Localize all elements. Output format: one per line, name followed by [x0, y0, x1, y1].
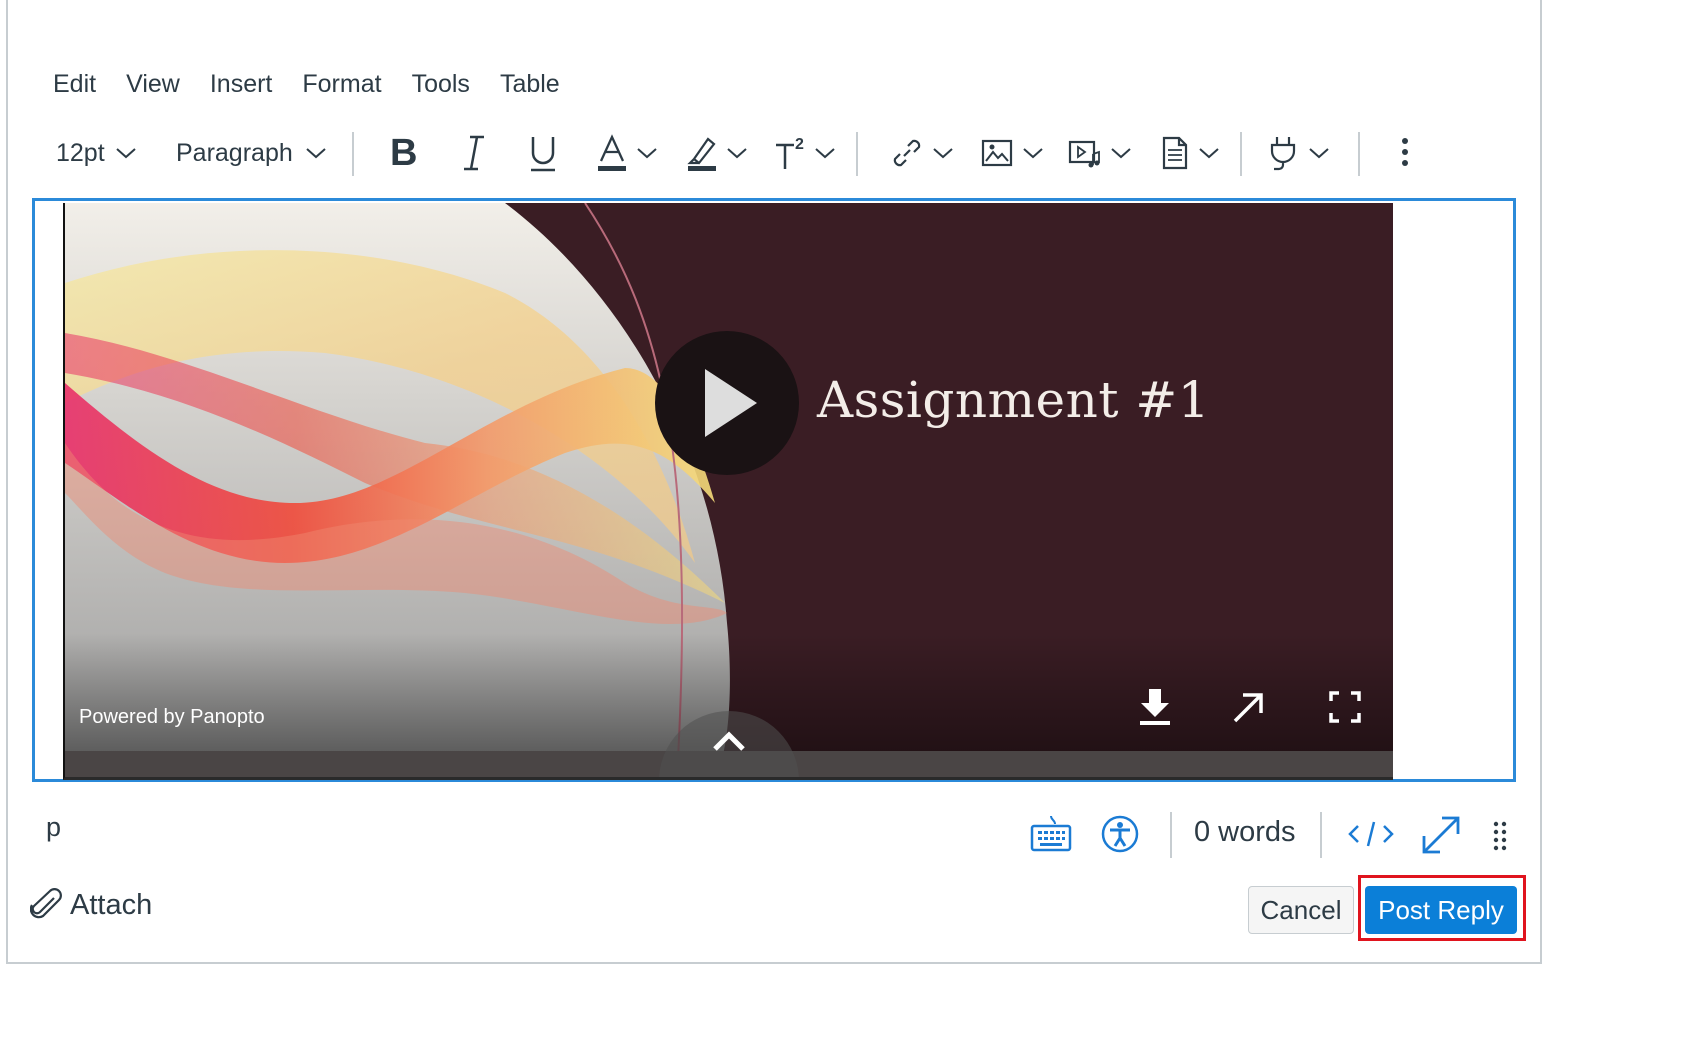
open-external-button[interactable] — [1229, 687, 1269, 727]
statusbar-divider — [1320, 812, 1322, 858]
drag-handle-icon — [1493, 821, 1507, 851]
menu-insert[interactable]: Insert — [210, 62, 273, 106]
toolbar-divider — [856, 132, 858, 176]
superscript-button[interactable]: 2 — [774, 124, 836, 182]
block-format-value: Paragraph — [176, 138, 293, 167]
font-size-value: 12pt — [56, 138, 105, 167]
menu-tools[interactable]: Tools — [412, 62, 470, 106]
element-path[interactable]: p — [46, 812, 61, 843]
menubar: Edit View Insert Format Tools Table — [53, 62, 590, 106]
highlight-button[interactable] — [686, 124, 748, 182]
chevron-down-icon — [727, 148, 747, 159]
video-title: Assignment #1 — [817, 371, 1211, 429]
chevron-down-icon — [116, 148, 136, 159]
link-icon — [893, 139, 921, 167]
chevron-down-icon — [637, 148, 657, 159]
expand-icon — [1422, 816, 1460, 854]
link-button[interactable] — [890, 124, 954, 182]
keyboard-shortcuts-button[interactable] — [1030, 814, 1072, 859]
underline-icon — [531, 137, 555, 172]
chevron-down-icon — [815, 148, 835, 159]
underline-button[interactable] — [528, 124, 558, 182]
keyboard-icon — [1030, 815, 1072, 852]
play-button[interactable] — [655, 331, 799, 475]
font-size-select[interactable]: 12pt — [56, 124, 137, 182]
download-button[interactable] — [1135, 687, 1175, 727]
toolbar-divider — [352, 132, 354, 176]
plugin-button[interactable] — [1268, 124, 1330, 182]
image-button[interactable] — [980, 124, 1044, 182]
chevron-up-icon — [713, 731, 745, 751]
bold-button[interactable]: B — [388, 124, 418, 182]
media-icon — [1068, 140, 1100, 168]
chevron-down-icon — [1023, 148, 1043, 159]
menu-table[interactable]: Table — [500, 62, 560, 106]
text-color-button[interactable] — [596, 124, 658, 182]
toolbar-divider — [1240, 132, 1242, 176]
menu-edit[interactable]: Edit — [53, 62, 96, 106]
attach-label: Attach — [70, 888, 153, 921]
attach-button[interactable]: Attach — [30, 888, 152, 922]
chevron-down-icon — [1199, 148, 1219, 159]
media-button[interactable] — [1068, 124, 1132, 182]
menu-format[interactable]: Format — [302, 62, 381, 106]
bold-icon: B — [390, 133, 417, 173]
post-reply-button[interactable]: Post Reply — [1365, 886, 1517, 934]
text-color-icon — [598, 134, 626, 171]
chevron-down-icon — [306, 148, 326, 159]
video-thumbnail — [65, 203, 1393, 777]
accessibility-checker-button[interactable] — [1100, 814, 1140, 859]
arrow-up-right-icon — [1233, 693, 1263, 723]
superscript-icon: 2 — [776, 136, 804, 169]
play-icon — [705, 369, 757, 437]
cancel-button[interactable]: Cancel — [1248, 886, 1354, 934]
document-button[interactable] — [1160, 124, 1220, 182]
image-icon — [981, 139, 1013, 167]
resize-handle[interactable] — [1490, 814, 1510, 859]
italic-icon — [464, 135, 484, 171]
document-icon — [1162, 136, 1188, 170]
toolbar: 12pt Paragraph B 2 — [44, 124, 1484, 182]
menu-view[interactable]: View — [126, 62, 180, 106]
svg-text:2: 2 — [795, 136, 804, 153]
more-button[interactable] — [1400, 124, 1410, 182]
editor-content-area[interactable]: Assignment #1 Powered by Panopto — [32, 198, 1516, 782]
code-icon — [1348, 821, 1394, 847]
toolbar-divider — [1358, 132, 1360, 176]
fullscreen-button[interactable] — [1325, 687, 1365, 727]
word-count[interactable]: 0 words — [1194, 816, 1296, 849]
panopto-video-embed[interactable]: Assignment #1 Powered by Panopto — [63, 203, 1393, 780]
block-format-select[interactable]: Paragraph — [176, 124, 327, 182]
fullscreen-editor-button[interactable] — [1420, 814, 1462, 861]
highlight-icon — [687, 137, 716, 171]
italic-button[interactable] — [460, 124, 488, 182]
download-icon — [1140, 689, 1170, 725]
svg-text:B: B — [390, 133, 417, 173]
more-icon — [1402, 138, 1408, 166]
fullscreen-icon — [1329, 691, 1361, 723]
plugin-icon — [1270, 137, 1296, 171]
powered-by-label: Powered by Panopto — [79, 706, 265, 728]
paperclip-icon — [30, 888, 62, 919]
accessibility-icon — [1101, 815, 1139, 853]
chevron-down-icon — [933, 148, 953, 159]
chevron-down-icon — [1111, 148, 1131, 159]
chevron-down-icon — [1309, 148, 1329, 159]
statusbar-divider — [1170, 812, 1172, 858]
html-editor-button[interactable] — [1346, 814, 1396, 859]
